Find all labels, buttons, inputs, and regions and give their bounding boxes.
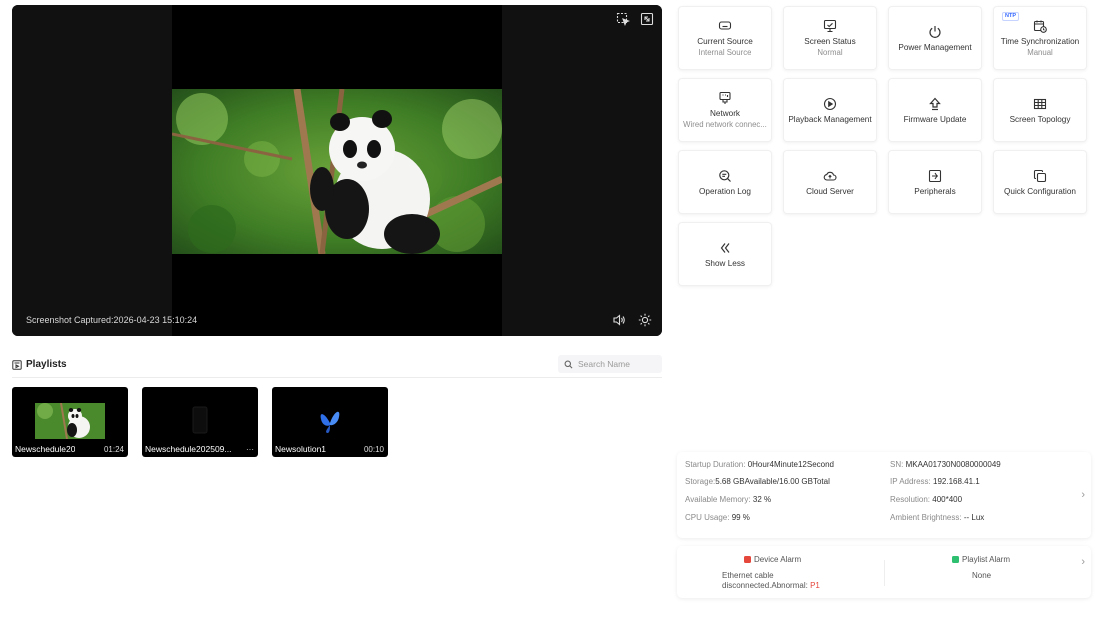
tile-playback-management[interactable]: Playback Management — [783, 78, 877, 142]
screenshot-caption: Screenshot Captured:2026-04-23 15:10:24 — [26, 315, 198, 325]
panda-image-icon — [172, 89, 502, 254]
playlist-name: Newschedule20 — [15, 444, 76, 454]
playlist-card-2[interactable]: Newschedule202509... ··· — [142, 387, 258, 457]
tile-cloud-server[interactable]: Cloud Server — [783, 150, 877, 214]
tile-label: Quick Configuration — [1004, 186, 1076, 196]
fullscreen-icon[interactable] — [640, 12, 654, 26]
tile-label: Time Synchronization — [1000, 37, 1080, 46]
peripherals-icon — [928, 169, 942, 182]
device-info-panel[interactable]: Startup Duration: 0Hour4Minute12Second S… — [677, 452, 1091, 538]
playlist-cards: Newschedule20 01:24 Newschedule202509...… — [12, 387, 388, 457]
log-search-icon — [719, 169, 731, 182]
available-memory: Available Memory: 32 % — [685, 495, 772, 504]
tile-label: Network — [709, 109, 741, 118]
storage: Storage:5.68 GBAvailable/16.00 GBTotal — [685, 477, 830, 486]
panda-thumbnail-icon — [35, 402, 105, 444]
volume-icon[interactable] — [612, 313, 626, 327]
tile-sub: Normal — [817, 48, 843, 57]
tile-screen-status[interactable]: Screen Status Normal — [783, 6, 877, 70]
tile-current-source[interactable]: Current Source Internal Source — [678, 6, 772, 70]
playlist-duration: 00:10 — [363, 445, 384, 454]
playlist-name: Newsolution1 — [275, 444, 327, 454]
alarm-level: P1 — [810, 581, 820, 590]
startup-duration: Startup Duration: 0Hour4Minute12Second — [685, 460, 834, 469]
network-icon — [719, 91, 731, 104]
upload-arrow-icon — [929, 97, 941, 110]
tile-network[interactable]: Network Wired network connec... — [678, 78, 772, 142]
tile-sub: Internal Source — [698, 48, 752, 57]
search-box — [558, 355, 662, 373]
alarm-bell-icon — [744, 556, 751, 563]
preview-left-bar — [12, 5, 172, 336]
tile-label: Firmware Update — [903, 114, 967, 124]
select-area-icon[interactable] — [616, 12, 630, 26]
cpu-usage: CPU Usage: 99 % — [685, 513, 750, 522]
chevron-right-icon[interactable]: › — [1081, 489, 1085, 501]
search-icon — [564, 360, 573, 368]
playlist-more[interactable]: ··· — [246, 445, 254, 454]
tile-quick-configuration[interactable]: Quick Configuration — [993, 150, 1087, 214]
play-circle-icon — [823, 97, 837, 110]
playlist-alarm-text: None — [972, 571, 992, 580]
tile-time-sync[interactable]: NTP Time Synchronization Manual — [993, 6, 1087, 70]
tile-label: Playback Management — [788, 114, 872, 124]
calendar-clock-icon — [1033, 20, 1047, 33]
device-alarm-text: Ethernet cable disconnected.Abnormal: P1 — [722, 571, 820, 590]
ambient-brightness: Ambient Brightness: -- Lux — [890, 513, 985, 522]
screen-preview: Screenshot Captured:2026-04-23 15:10:24 — [12, 5, 662, 336]
dark-thumbnail-icon — [185, 403, 215, 444]
chevron-right-icon[interactable]: › — [1081, 556, 1085, 568]
power-icon — [929, 25, 941, 38]
serial-number: SN: MKAA01730N0080000049 — [890, 460, 1001, 469]
playlist-card-3[interactable]: Newsolution1 00:10 — [272, 387, 388, 457]
tile-label: Show Less — [704, 258, 746, 268]
playlist-alarm-title: Playlist Alarm — [952, 555, 1010, 564]
tile-sub: Wired network connec... — [683, 120, 767, 129]
brightness-icon[interactable] — [638, 313, 652, 327]
tile-label: Screen Status — [804, 37, 856, 46]
monitor-icon — [823, 19, 837, 33]
function-grid: Current Source Internal Source Screen St… — [678, 6, 1088, 286]
preview-bottom-toolbar — [612, 313, 652, 327]
alarm-panel[interactable]: Device Alarm Ethernet cable disconnected… — [677, 546, 1091, 598]
tile-label: Peripherals — [914, 186, 956, 196]
device-alarm-title: Device Alarm — [744, 555, 801, 564]
tile-sub: Manual — [1027, 48, 1053, 57]
tile-operation-log[interactable]: Operation Log — [678, 150, 772, 214]
tile-label: Operation Log — [699, 186, 751, 196]
copy-icon — [1033, 169, 1047, 182]
tile-firmware-update[interactable]: Firmware Update — [888, 78, 982, 142]
playlists-header: Playlists — [12, 354, 662, 378]
tile-label: Screen Topology — [1009, 114, 1071, 124]
playlists-title-text: Playlists — [26, 359, 67, 370]
resolution: Resolution: 400*400 — [890, 495, 963, 504]
playlist-name: Newschedule202509... — [145, 444, 232, 454]
preview-right-bar — [502, 5, 662, 336]
tile-show-less[interactable]: Show Less — [678, 222, 772, 286]
playlist-icon — [12, 359, 22, 370]
playlist-card-1[interactable]: Newschedule20 01:24 — [12, 387, 128, 457]
source-icon — [718, 21, 732, 30]
grid-icon — [1033, 98, 1047, 109]
preview-image — [172, 89, 502, 254]
tile-power-management[interactable]: Power Management — [888, 6, 982, 70]
tile-peripherals[interactable]: Peripherals — [888, 150, 982, 214]
ip-address: IP Address: 192.168.41.1 — [890, 477, 980, 486]
alarm-divider — [884, 560, 885, 586]
playlist-alarm-icon — [952, 556, 959, 563]
butterfly-thumbnail-icon — [315, 403, 345, 444]
tile-label: Power Management — [898, 42, 972, 52]
cloud-icon — [823, 171, 837, 181]
tile-label: Current Source — [697, 37, 753, 46]
tile-screen-topology[interactable]: Screen Topology — [993, 78, 1087, 142]
playlists-title: Playlists — [12, 359, 67, 370]
tile-label: Cloud Server — [806, 186, 854, 196]
double-chevron-left-icon — [720, 242, 730, 253]
ntp-badge: NTP — [1002, 12, 1019, 21]
search-input[interactable] — [578, 359, 658, 369]
preview-top-toolbar — [616, 12, 654, 26]
playlist-duration: 01:24 — [103, 445, 124, 454]
